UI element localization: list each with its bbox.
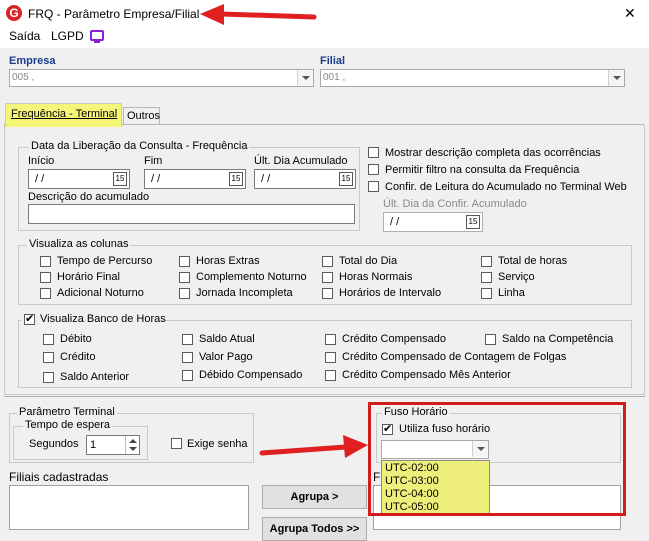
annotation-arrows xyxy=(200,4,368,458)
annotation-arrow-fuso xyxy=(259,435,368,458)
annotation-arrow-title xyxy=(200,4,317,25)
